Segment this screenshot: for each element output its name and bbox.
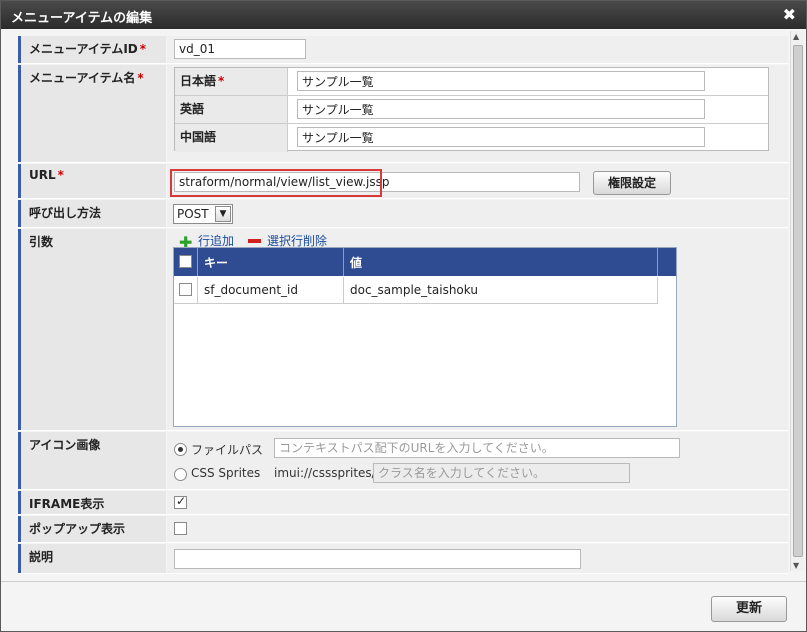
row-call-method: 呼び出し方法 POST ▼ [18, 200, 788, 228]
language-name-table: 日本語* 英語 中国語 [174, 67, 769, 152]
table-row[interactable]: sf_document_id doc_sample_taishoku [174, 277, 658, 304]
css-sprites-prefix: imui://csssprites/ [274, 466, 376, 480]
required-mark: * [218, 74, 225, 88]
row-icon-image: アイコン画像 ファイルパス CSS Sprites imui://cssspri… [18, 432, 788, 490]
field-label: アイコン画像 [18, 432, 166, 489]
popup-checkbox[interactable] [174, 522, 187, 535]
css-sprites-radio[interactable] [174, 468, 187, 481]
field-label: メニューアイテム名 * [18, 65, 166, 162]
menu-item-id-input[interactable] [174, 39, 306, 59]
close-icon[interactable]: ✖ [783, 5, 796, 24]
select-all-checkbox[interactable] [179, 255, 192, 268]
name-en-input[interactable] [297, 99, 705, 119]
scrollbar-thumb[interactable] [793, 45, 803, 557]
lang-row-ja: 日本語 * [175, 68, 768, 96]
required-mark: * [139, 42, 147, 56]
row-checkbox[interactable] [179, 283, 192, 296]
name-zh-input[interactable] [297, 127, 705, 147]
dialog-footer: 更新 [1, 581, 806, 631]
css-sprites-label: CSS Sprites [191, 466, 261, 480]
field-label: 説明 [18, 544, 166, 573]
field-label: メニューアイテムID * [18, 36, 166, 63]
call-method-select[interactable]: POST ▼ [173, 204, 233, 224]
vertical-scrollbar[interactable]: ▲ ▼ [790, 31, 804, 571]
row-value-cell[interactable]: doc_sample_taishoku [344, 277, 658, 304]
field-label: 呼び出し方法 [18, 200, 166, 227]
permission-settings-button[interactable]: 権限設定 [593, 171, 671, 195]
column-header-key: キー [198, 248, 344, 276]
update-button[interactable]: 更新 [711, 596, 787, 622]
field-label: URL * [18, 164, 166, 198]
grid-header: キー 値 [174, 248, 676, 276]
arguments-grid: キー 値 sf_document_id doc_sample_taishoku [173, 247, 677, 427]
row-menu-item-name: メニューアイテム名* 日本語* 英語 中国語 [18, 65, 788, 163]
row-description: 説明 [18, 544, 788, 574]
edit-menu-item-dialog: メニューアイテムの編集 ✖ メニューアイテムID* メニューアイテム名* 日本語… [0, 0, 807, 632]
lang-row-en: 英語 [175, 96, 768, 124]
required-mark: * [57, 168, 64, 182]
name-ja-input[interactable] [297, 71, 705, 91]
row-iframe: IFRAME表示 [18, 491, 788, 515]
column-header-value: 値 [344, 248, 658, 276]
scroll-up-icon[interactable]: ▲ [793, 32, 799, 41]
row-key-cell[interactable]: sf_document_id [198, 277, 344, 304]
scroll-down-icon[interactable]: ▼ [793, 561, 799, 570]
row-popup: ポップアップ表示 [18, 516, 788, 543]
field-label: ポップアップ表示 [18, 516, 166, 542]
row-arguments: 引数 ✚ 行追加 選択行削除 キー 値 sf_document_id doc_s… [18, 229, 788, 431]
chevron-down-icon[interactable]: ▼ [215, 206, 231, 222]
lang-row-zh: 中国語 [175, 124, 768, 152]
field-label: 引数 [18, 229, 166, 430]
required-mark: * [137, 71, 144, 85]
css-sprites-class-input[interactable] [373, 463, 630, 483]
iframe-checkbox[interactable] [174, 494, 187, 509]
dialog-title: メニューアイテムの編集 [11, 11, 153, 26]
delete-row-icon[interactable] [248, 239, 261, 243]
row-url: URL* 権限設定 [18, 164, 788, 199]
filepath-label: ファイルパス [191, 443, 264, 457]
description-input[interactable] [174, 549, 581, 569]
filepath-radio[interactable] [174, 443, 187, 456]
url-highlight [170, 169, 382, 197]
dialog-titlebar: メニューアイテムの編集 ✖ [1, 1, 806, 29]
row-menu-item-id: メニューアイテムID * [18, 36, 788, 64]
field-label: IFRAME表示 [18, 491, 166, 514]
icon-filepath-input[interactable] [274, 438, 680, 458]
